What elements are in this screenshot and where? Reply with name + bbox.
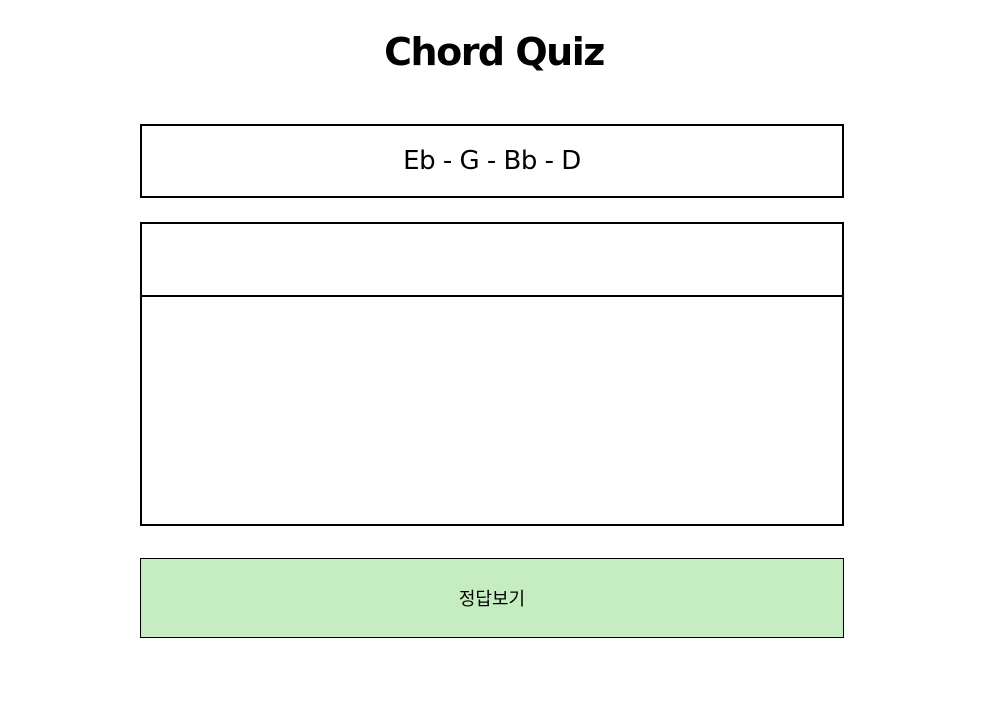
chord-notes-text: Eb - G - Bb - D	[403, 146, 581, 176]
answer-name-field	[142, 224, 842, 297]
show-answer-button[interactable]: 정답보기	[140, 558, 844, 638]
answer-panel	[140, 222, 844, 526]
page-title: Chord Quiz	[384, 30, 605, 74]
answer-detail-area	[142, 297, 842, 524]
chord-question-box: Eb - G - Bb - D	[140, 124, 844, 198]
